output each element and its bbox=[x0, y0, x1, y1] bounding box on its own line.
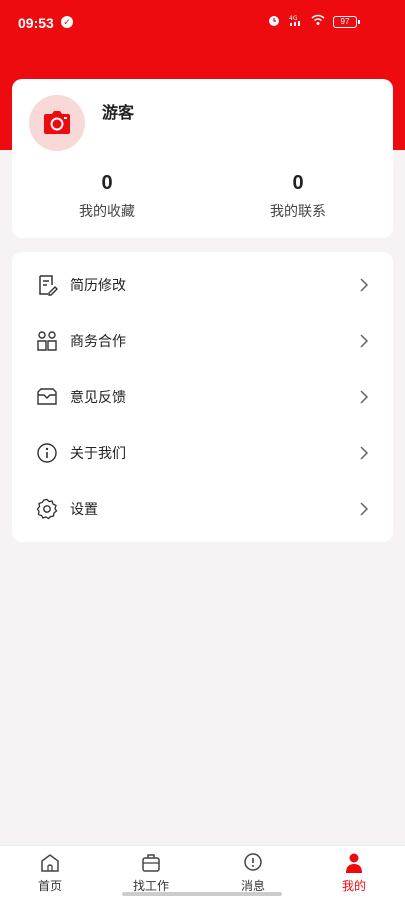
partners-icon bbox=[37, 331, 57, 351]
tab-label-home: 首页 bbox=[37, 879, 62, 893]
profile-card: 游客 0 我的收藏 0 我的联系 bbox=[12, 79, 393, 238]
favorites-label: 我的收藏 bbox=[79, 203, 135, 219]
menu-card: 简历修改 商务合作 意见反馈 关于我们 设置 bbox=[12, 252, 393, 542]
check-circle-icon: ✓ bbox=[61, 16, 73, 28]
tab-label-mine: 我的 bbox=[341, 879, 366, 893]
wifi-icon bbox=[311, 14, 325, 25]
tab-jobs[interactable]: 找工作 bbox=[121, 852, 181, 894]
status-time: 09:53 bbox=[18, 15, 54, 31]
menu-label-settings: 设置 bbox=[70, 501, 98, 517]
4g-signal-icon: 4G bbox=[289, 15, 300, 26]
menu-item-feedback[interactable]: 意见反馈 bbox=[12, 369, 393, 425]
svg-text:4G: 4G bbox=[289, 15, 298, 22]
resume-edit-icon bbox=[39, 275, 58, 296]
contacts-label: 我的联系 bbox=[270, 203, 326, 219]
home-icon bbox=[41, 854, 59, 872]
status-bar: 09:53 ✓ 4G 97 bbox=[0, 0, 405, 46]
menu-item-business[interactable]: 商务合作 bbox=[12, 313, 393, 369]
favorites-count: 0 bbox=[101, 172, 113, 194]
chevron-right-icon bbox=[360, 390, 369, 404]
menu-label-resume: 简历修改 bbox=[70, 277, 126, 293]
username[interactable]: 游客 bbox=[102, 99, 134, 123]
battery-level: 97 bbox=[340, 17, 350, 26]
gear-icon bbox=[36, 498, 58, 520]
message-icon bbox=[244, 853, 262, 871]
mail-icon bbox=[37, 388, 57, 405]
tab-mine[interactable]: 我的 bbox=[324, 852, 384, 894]
briefcase-icon bbox=[142, 854, 160, 872]
person-icon bbox=[346, 853, 362, 873]
chevron-right-icon bbox=[360, 278, 369, 292]
menu-label-about: 关于我们 bbox=[70, 445, 126, 461]
camera-icon bbox=[44, 111, 70, 134]
menu-label-business: 商务合作 bbox=[70, 333, 126, 349]
tab-home[interactable]: 首页 bbox=[20, 852, 80, 894]
avatar[interactable] bbox=[29, 95, 85, 151]
home-indicator bbox=[122, 892, 282, 896]
stat-favorites[interactable]: 0 我的收藏 bbox=[47, 172, 167, 221]
menu-label-feedback: 意见反馈 bbox=[70, 389, 126, 405]
tab-messages[interactable]: 消息 bbox=[223, 852, 283, 894]
chevron-right-icon bbox=[360, 502, 369, 516]
menu-item-about[interactable]: 关于我们 bbox=[12, 425, 393, 481]
stat-contacts[interactable]: 0 我的联系 bbox=[238, 172, 358, 221]
menu-item-resume[interactable]: 简历修改 bbox=[12, 257, 393, 313]
status-icons: 4G bbox=[267, 13, 325, 27]
alarm-icon bbox=[269, 16, 279, 26]
battery-icon: 97 bbox=[333, 16, 360, 28]
chevron-right-icon bbox=[360, 446, 369, 460]
info-icon bbox=[37, 443, 57, 463]
chevron-right-icon bbox=[360, 334, 369, 348]
menu-item-settings[interactable]: 设置 bbox=[12, 481, 393, 537]
contacts-count: 0 bbox=[292, 172, 304, 194]
